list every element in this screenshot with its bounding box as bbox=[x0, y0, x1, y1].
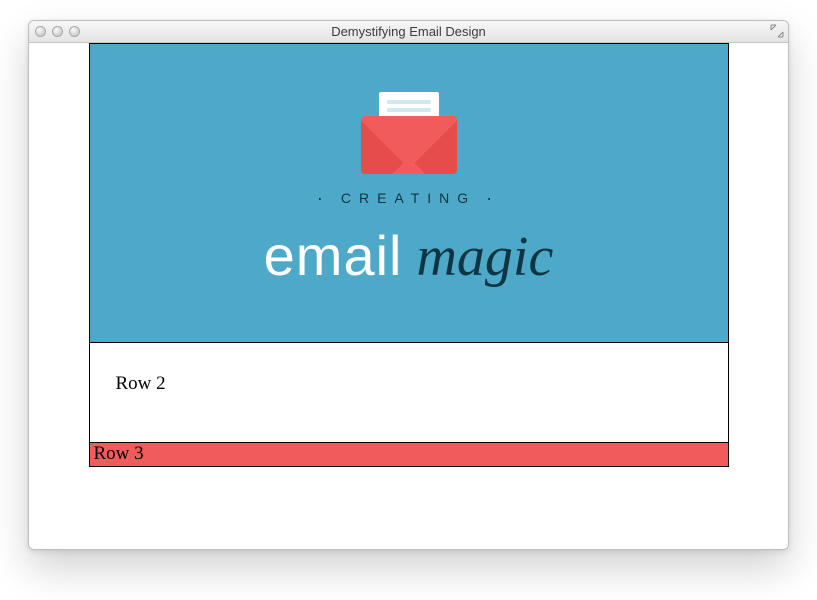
row-2-label: Row 2 bbox=[116, 373, 166, 394]
window-title: Demystifying Email Design bbox=[29, 24, 788, 39]
row-3-label: Row 3 bbox=[94, 443, 144, 464]
app-window: Demystifying Email Design bbox=[28, 20, 789, 550]
minimize-dot-icon[interactable] bbox=[52, 26, 63, 37]
close-dot-icon[interactable] bbox=[35, 26, 46, 37]
window-shadow: Demystifying Email Design bbox=[0, 0, 817, 600]
row-3: Row 3 bbox=[89, 443, 729, 467]
titlebar[interactable]: Demystifying Email Design bbox=[29, 21, 788, 43]
email-table: CREATING email magic Row 2 Row 3 bbox=[89, 43, 729, 467]
hero-kicker: CREATING bbox=[317, 188, 500, 209]
hero-word2: magic bbox=[416, 225, 553, 289]
row-2: Row 2 bbox=[89, 343, 729, 443]
hero-word1: email bbox=[264, 223, 403, 288]
envelope-icon bbox=[361, 98, 457, 174]
hero-headline: email magic bbox=[264, 223, 554, 289]
zoom-dot-icon[interactable] bbox=[69, 26, 80, 37]
traffic-lights bbox=[35, 26, 80, 37]
hero-row: CREATING email magic bbox=[89, 43, 729, 343]
resize-icon[interactable] bbox=[770, 24, 784, 38]
window-content: CREATING email magic Row 2 Row 3 bbox=[29, 43, 788, 549]
